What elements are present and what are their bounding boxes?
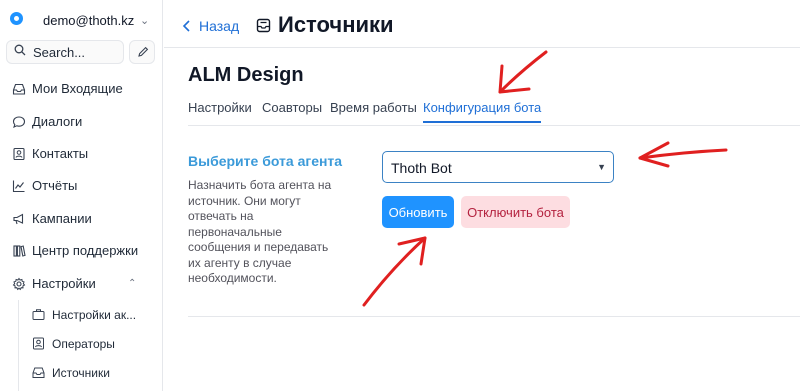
- sidebar-item-label: Мои Входящие: [32, 81, 123, 96]
- tab-business-hours[interactable]: Время работы: [330, 100, 417, 115]
- tab-bot-configuration[interactable]: Конфигурация бота: [423, 100, 542, 123]
- sidebar-item-help-center[interactable]: Центр поддержки: [12, 242, 138, 260]
- library-icon: [13, 245, 26, 257]
- gear-icon: [12, 277, 26, 291]
- tab-settings[interactable]: Настройки: [188, 100, 252, 115]
- briefcase-icon: [32, 309, 45, 320]
- person-icon: [33, 337, 44, 350]
- search-icon: [14, 44, 26, 56]
- annotation-arrow-select: [638, 141, 728, 168]
- tab-collaborators[interactable]: Соавторы: [262, 100, 322, 115]
- inbox-name: ALM Design: [188, 64, 304, 86]
- sidebar-item-contacts[interactable]: Контакты: [12, 145, 88, 163]
- account-logo-icon: [10, 12, 23, 25]
- sidebar-item-label: Отчёты: [32, 178, 78, 193]
- sidebar-item-my-inbox[interactable]: Мои Входящие: [12, 80, 123, 98]
- sidebar-subitem-label: Настройки ак...: [52, 308, 137, 322]
- sidebar: demo@thoth.kz ⌄ Search... Мои Входящие Д…: [0, 0, 163, 391]
- sidebar-subitem-label: Операторы: [52, 337, 115, 351]
- sidebar-item-label: Кампании: [32, 211, 92, 226]
- pencil-icon: [138, 46, 149, 57]
- page-title: Источники: [278, 12, 394, 37]
- settings-tabs: Настройки Соавторы Время работы Конфигур…: [188, 100, 800, 126]
- inbox-tray-icon: [32, 367, 45, 378]
- chevron-left-icon: [182, 20, 190, 32]
- chart-line-icon: [12, 180, 25, 193]
- chat-bubble-icon: [12, 116, 26, 128]
- page-header: Назад Источники: [164, 0, 800, 48]
- sidebar-subitem-label: Источники: [52, 366, 110, 380]
- submenu-guide-line: [18, 300, 19, 391]
- update-button[interactable]: Обновить: [382, 196, 454, 228]
- compose-button[interactable]: [129, 40, 155, 64]
- disconnect-bot-button[interactable]: Отключить бота: [461, 196, 570, 228]
- account-switcher[interactable]: demo@thoth.kz: [10, 12, 134, 28]
- section-title: Выберите бота агента: [188, 153, 343, 169]
- selected-bot-value: Thoth Bot: [391, 160, 452, 176]
- sidebar-item-campaigns[interactable]: Кампании: [12, 210, 92, 228]
- section-description: Назначить бота агента на источник. Они м…: [188, 178, 332, 285]
- inbox-icon: [12, 83, 26, 95]
- chevron-down-icon[interactable]: ⌄: [140, 14, 149, 27]
- dropdown-caret-icon: ▼: [597, 162, 606, 172]
- search-button[interactable]: Search...: [6, 40, 124, 64]
- section-divider: [188, 316, 800, 317]
- sidebar-item-label: Диалоги: [32, 114, 83, 129]
- contact-card-icon: [13, 147, 25, 161]
- sidebar-item-label: Центр поддержки: [32, 243, 139, 258]
- agent-bot-select[interactable]: Thoth Bot ▼: [382, 151, 614, 183]
- annotation-arrow-button: [362, 236, 427, 307]
- sidebar-item-settings[interactable]: Настройки: [12, 275, 96, 293]
- megaphone-icon: [13, 213, 24, 225]
- sidebar-item-label: Настройки: [32, 276, 96, 291]
- chevron-up-icon[interactable]: ⌃: [128, 278, 136, 289]
- sidebar-item-label: Контакты: [32, 146, 89, 161]
- search-label: Search...: [33, 45, 86, 60]
- sidebar-item-conversations[interactable]: Диалоги: [12, 113, 82, 131]
- account-email: demo@thoth.kz: [43, 13, 135, 28]
- back-label: Назад: [199, 18, 240, 34]
- annotation-arrow-tab: [498, 50, 548, 94]
- inbox-tray-icon: [256, 18, 271, 33]
- sidebar-item-reports[interactable]: Отчёты: [12, 177, 77, 195]
